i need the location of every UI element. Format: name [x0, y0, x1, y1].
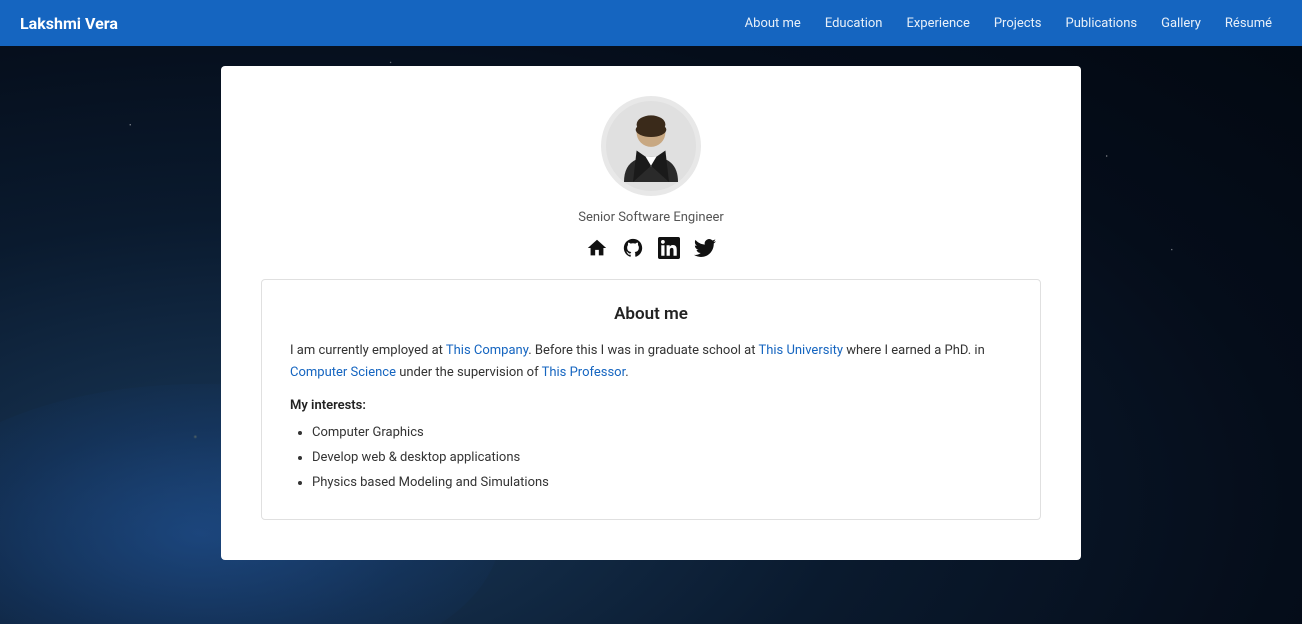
about-bio: I am currently employed at This Company.… [290, 340, 1012, 384]
nav-link-about-me[interactable]: About me [735, 12, 811, 35]
home-icon[interactable] [586, 237, 608, 259]
about-heading: About me [290, 304, 1012, 324]
avatar [601, 96, 701, 196]
avatar-section: Senior Software Engineer [261, 96, 1041, 259]
company-link[interactable]: This Company [446, 343, 528, 358]
field-link[interactable]: Computer Science [290, 365, 396, 380]
main-content: Senior Software Engineer [0, 66, 1302, 560]
nav-link-experience[interactable]: Experience [896, 12, 979, 35]
linkedin-icon[interactable] [658, 237, 680, 259]
social-icons [586, 237, 716, 259]
professor-link[interactable]: This Professor [542, 365, 626, 380]
nav-links: About meEducationExperienceProjectsPubli… [735, 12, 1282, 35]
nav-link-gallery[interactable]: Gallery [1151, 12, 1211, 35]
bio-mid1: . Before this I was in graduate school a… [528, 343, 758, 358]
content-card: Senior Software Engineer [221, 66, 1081, 560]
site-brand[interactable]: Lakshmi Vera [20, 14, 118, 33]
university-link[interactable]: This University [758, 343, 843, 358]
interest-item: Computer Graphics [312, 421, 1012, 446]
nav-link-publications[interactable]: Publications [1056, 12, 1148, 35]
interest-item: Develop web & desktop applications [312, 446, 1012, 471]
interests-label: My interests: [290, 398, 1012, 413]
bio-suffix: under the supervision of [396, 365, 542, 380]
nav-link-projects[interactable]: Projects [984, 12, 1052, 35]
twitter-icon[interactable] [694, 237, 716, 259]
profile-title: Senior Software Engineer [578, 210, 724, 225]
interests-list: Computer GraphicsDevelop web & desktop a… [290, 421, 1012, 495]
avatar-svg [606, 101, 696, 191]
bio-end: . [625, 365, 628, 380]
bio-mid2: where I earned a PhD. in [843, 343, 985, 358]
nav-link-education[interactable]: Education [815, 12, 893, 35]
nav-link-r-sum-[interactable]: Résumé [1215, 12, 1282, 35]
interest-item: Physics based Modeling and Simulations [312, 471, 1012, 496]
bio-prefix: I am currently employed at [290, 343, 446, 358]
about-section: About me I am currently employed at This… [261, 279, 1041, 520]
github-icon[interactable] [622, 237, 644, 259]
navbar: Lakshmi Vera About meEducationExperience… [0, 0, 1302, 46]
